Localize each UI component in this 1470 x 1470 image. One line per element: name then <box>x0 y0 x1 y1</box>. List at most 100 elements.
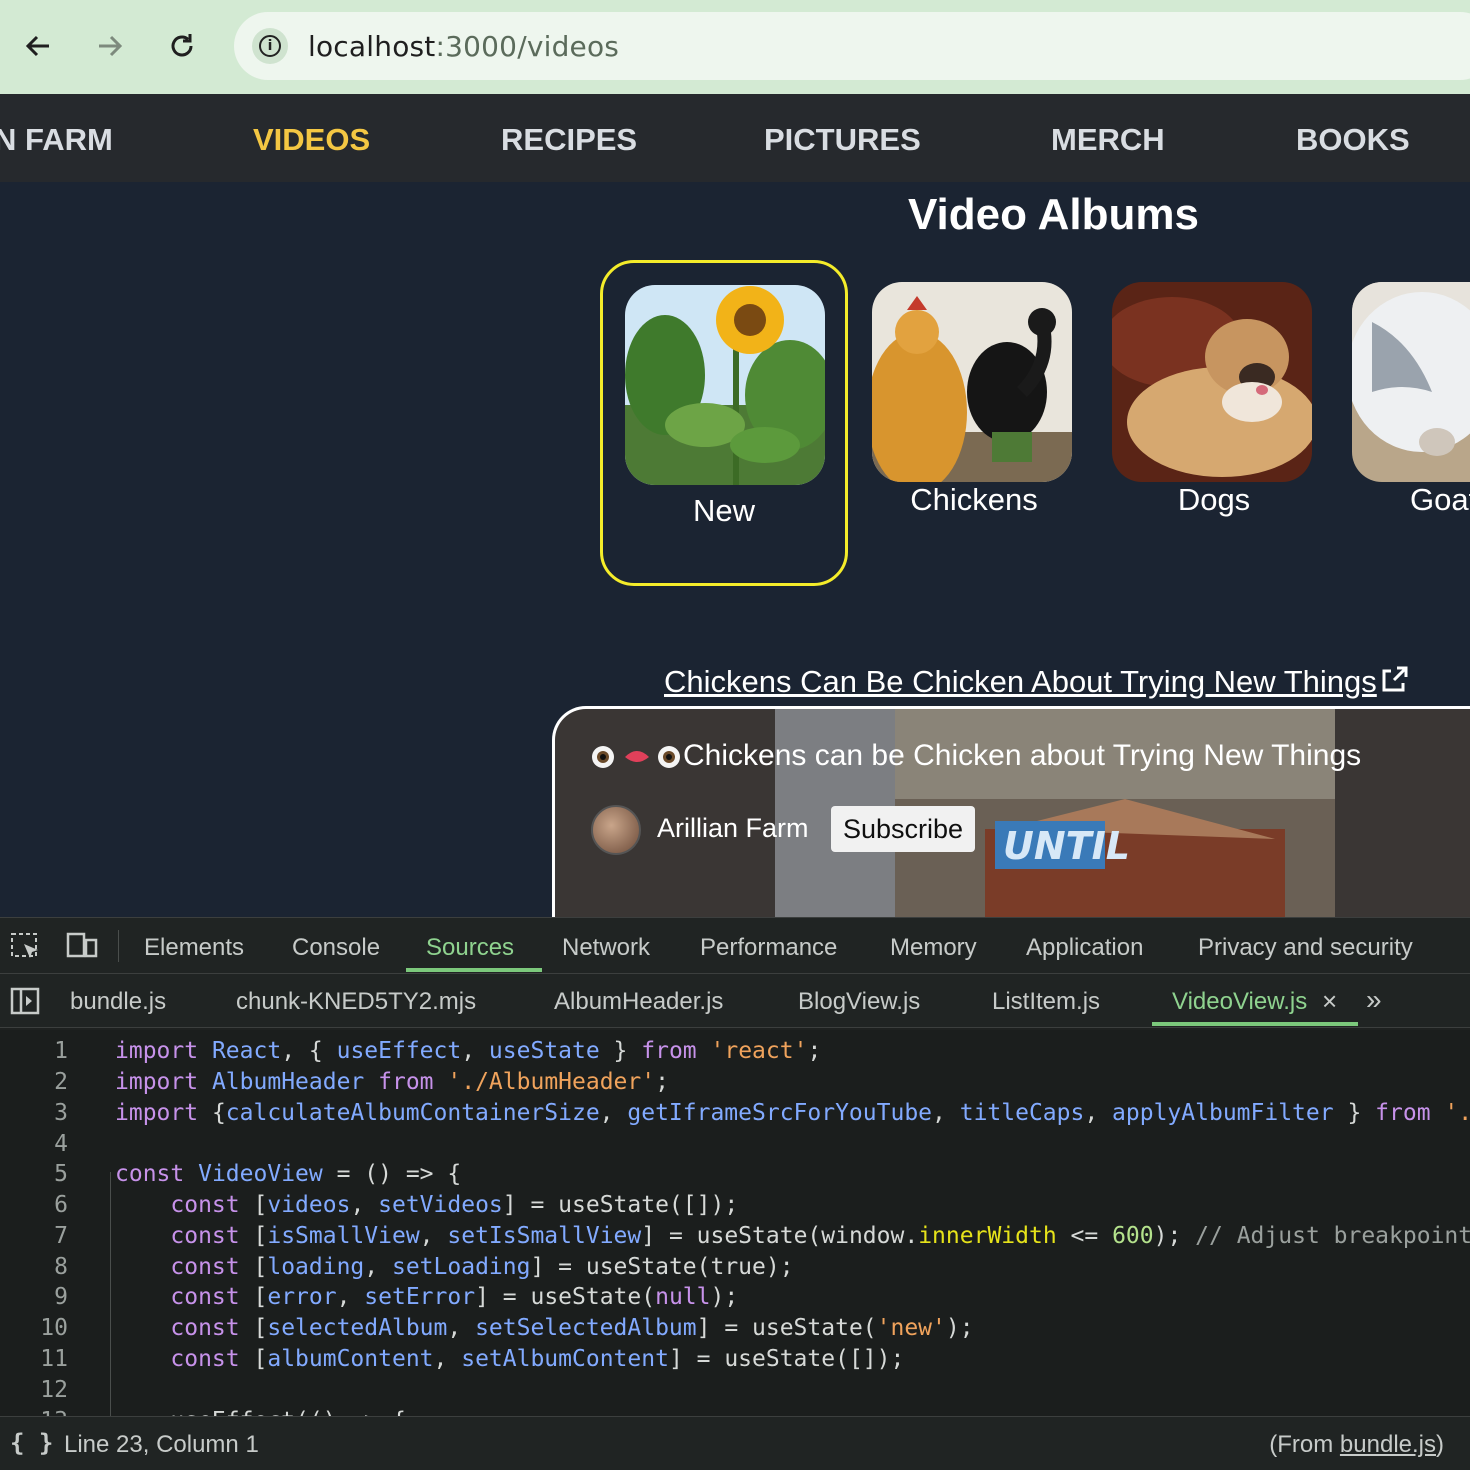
line-number: 1 <box>54 1038 68 1064</box>
tab-console[interactable]: Console <box>292 934 380 962</box>
external-link-icon <box>1382 666 1408 692</box>
album-label: Dogs <box>1177 482 1251 517</box>
code-line: 13 useEffect(() => { <box>0 1408 1470 1416</box>
album-card-chickens[interactable]: Chickens <box>850 260 1098 586</box>
arrow-right-icon <box>99 35 123 57</box>
video-title-link[interactable]: Chickens Can Be Chicken About Trying New… <box>664 664 1409 700</box>
toggle-navigator-icon[interactable] <box>8 986 44 1016</box>
url-path: :3000/videos <box>435 30 620 63</box>
site-info-button[interactable]: i <box>252 28 288 64</box>
code-line: 1 import React, { useEffect, useState } f… <box>0 1038 1470 1069</box>
tab-memory[interactable]: Memory <box>890 934 977 962</box>
code-line: 6 const [videos, setVideos] = useState([… <box>0 1192 1470 1223</box>
album-card-dogs[interactable]: Dogs <box>1090 260 1338 586</box>
code-editor[interactable]: 1 import React, { useEffect, useState } f… <box>0 1030 1470 1416</box>
line-number: 4 <box>54 1131 68 1157</box>
editor-status-bar: { } Line 23, Column 1 (From bundle.js) <box>0 1416 1470 1470</box>
line-number: 3 <box>54 1100 68 1126</box>
url-text[interactable]: localhost:3000/videos <box>308 30 619 63</box>
channel-name[interactable]: Arillian Farm <box>657 813 809 844</box>
tab-network[interactable]: Network <box>562 934 650 962</box>
dog-image <box>1112 282 1312 482</box>
nav-item-books[interactable]: BOOKS <box>1296 122 1410 158</box>
source-origin-suffix: ) <box>1436 1431 1444 1458</box>
code-line: 9 const [error, setError] = useState(nul… <box>0 1284 1470 1315</box>
arrow-left-icon <box>25 35 49 57</box>
eyes-lips-emoji-icon <box>592 746 680 769</box>
browser-toolbar: i localhost:3000/videos <box>0 0 1470 94</box>
file-tab-videoview[interactable]: VideoView.js <box>1172 988 1307 1016</box>
youtube-embed[interactable]: UNTIL Chickens can be Chicken about Tryi… <box>552 706 1470 917</box>
subscribe-button[interactable]: Subscribe <box>831 806 976 852</box>
album-card-goat[interactable]: Goat <box>1330 260 1470 586</box>
reload-icon <box>171 34 193 57</box>
album-label: Goat <box>1410 482 1470 517</box>
toolbar-divider <box>118 930 119 962</box>
source-origin-prefix: (From <box>1269 1431 1340 1458</box>
line-number: 13 <box>8 1408 68 1416</box>
source-origin-link[interactable]: bundle.js <box>1340 1431 1436 1458</box>
nav-item-merch[interactable]: MERCH <box>1051 122 1165 158</box>
info-icon: i <box>259 35 281 57</box>
file-tab-albumheader[interactable]: AlbumHeader.js <box>554 988 723 1016</box>
file-tab-bundle[interactable]: bundle.js <box>70 988 166 1016</box>
active-file-indicator <box>1152 1022 1358 1026</box>
devtools-panel: Elements Console Sources Network Perform… <box>0 917 1470 1470</box>
album-thumbnail <box>872 282 1072 482</box>
album-card-new[interactable]: New <box>600 260 848 586</box>
youtube-title[interactable]: Chickens can be Chicken about Trying New… <box>591 739 1361 773</box>
album-thumbnail <box>1112 282 1312 482</box>
code-line: 12 <box>0 1377 1470 1408</box>
code-line: 4 <box>0 1131 1470 1162</box>
address-bar[interactable]: i localhost:3000/videos <box>234 12 1470 80</box>
reload-button[interactable] <box>158 22 206 70</box>
line-number: 6 <box>54 1192 68 1218</box>
youtube-title-text: Chickens can be Chicken about Trying New… <box>683 739 1362 772</box>
tab-privacy-security[interactable]: Privacy and security <box>1198 934 1413 962</box>
code-line: 5 const VideoView = () => { <box>0 1161 1470 1192</box>
tab-performance[interactable]: Performance <box>700 934 837 962</box>
album-label: Chickens <box>910 482 1038 517</box>
back-button[interactable] <box>14 22 62 70</box>
code-line: 8 const [loading, setLoading] = useState… <box>0 1254 1470 1285</box>
nav-item-videos[interactable]: VIDEOS <box>253 122 370 158</box>
line-number: 2 <box>54 1069 68 1095</box>
album-label: New <box>692 493 755 528</box>
album-thumbnail <box>625 285 825 485</box>
code-line: 2 import AlbumHeader from './AlbumHeader'… <box>0 1069 1470 1100</box>
more-tabs-icon[interactable]: » <box>1366 984 1382 1016</box>
site-nav: N FARM VIDEOS RECIPES PICTURES MERCH BOO… <box>0 94 1470 182</box>
source-origin: (From bundle.js) <box>1269 1431 1444 1459</box>
channel-avatar[interactable] <box>591 805 641 855</box>
url-host: localhost <box>308 30 436 63</box>
goat-image <box>1352 282 1470 482</box>
tab-application[interactable]: Application <box>1026 934 1143 962</box>
forward-button[interactable] <box>86 22 134 70</box>
line-number: 11 <box>40 1346 68 1372</box>
file-tab-listitem[interactable]: ListItem.js <box>992 988 1100 1016</box>
nav-item-pictures[interactable]: PICTURES <box>764 122 921 158</box>
line-number: 5 <box>54 1161 68 1187</box>
code-line: 7 const [isSmallView, setIsSmallView] = … <box>0 1223 1470 1254</box>
cursor-position: Line 23, Column 1 <box>64 1431 259 1458</box>
code-line: 3 import {calculateAlbumContainerSize, ge… <box>0 1100 1470 1131</box>
line-number: 12 <box>40 1377 68 1403</box>
line-number: 7 <box>54 1223 68 1249</box>
nav-item-recipes[interactable]: RECIPES <box>501 122 637 158</box>
editor-file-tabs: bundle.js chunk-KNED5TY2.mjs AlbumHeader… <box>0 974 1470 1028</box>
close-tab-icon[interactable]: × <box>1322 986 1337 1017</box>
active-tab-indicator <box>406 968 542 972</box>
tab-sources[interactable]: Sources <box>426 934 514 962</box>
inspect-element-icon[interactable] <box>8 930 44 960</box>
pretty-print-icon[interactable]: { } <box>10 1429 53 1457</box>
sunflower-image <box>625 285 825 485</box>
tab-elements[interactable]: Elements <box>144 934 244 962</box>
code-line: 10 const [selectedAlbum, setSelectedAlbu… <box>0 1315 1470 1346</box>
file-tab-blogview[interactable]: BlogView.js <box>798 988 920 1016</box>
device-toolbar-icon[interactable] <box>64 930 100 960</box>
nav-item-farm[interactable]: N FARM <box>0 122 113 158</box>
album-thumbnail <box>1352 282 1470 482</box>
line-number: 10 <box>40 1315 68 1341</box>
line-number: 9 <box>54 1284 68 1310</box>
file-tab-chunk[interactable]: chunk-KNED5TY2.mjs <box>236 988 476 1016</box>
